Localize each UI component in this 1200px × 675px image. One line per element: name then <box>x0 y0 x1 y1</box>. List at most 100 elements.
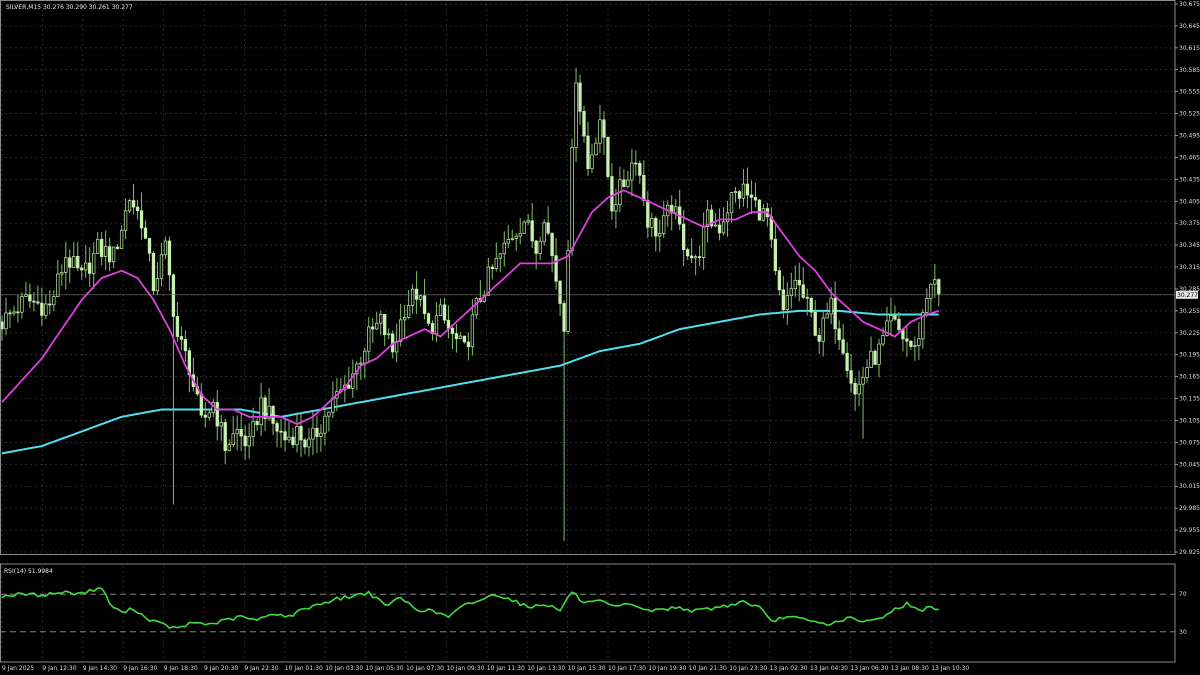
candle-body[interactable] <box>829 297 833 315</box>
candle-body[interactable] <box>295 426 299 446</box>
candle-body[interactable] <box>474 298 479 316</box>
candle-body[interactable] <box>793 279 797 289</box>
candle-body[interactable] <box>869 350 873 369</box>
candle-body[interactable] <box>550 232 554 257</box>
candle-body[interactable] <box>259 397 263 426</box>
candle-body[interactable] <box>426 313 431 324</box>
candle-body[interactable] <box>845 352 849 372</box>
candle-body[interactable] <box>147 238 152 254</box>
candle-body[interactable] <box>574 82 578 148</box>
candle-body[interactable] <box>801 284 805 298</box>
candle-body[interactable] <box>111 246 116 263</box>
candle-body[interactable] <box>490 266 494 270</box>
candle-body[interactable] <box>873 350 877 365</box>
candle-body[interactable] <box>662 215 666 234</box>
candle-body[interactable] <box>299 426 303 441</box>
candle-body[interactable] <box>933 279 937 285</box>
candle-body[interactable] <box>602 119 606 138</box>
candle-body[interactable] <box>323 415 327 434</box>
candle-body[interactable] <box>414 288 419 300</box>
candle-body[interactable] <box>163 240 168 256</box>
candle-body[interactable] <box>402 316 407 321</box>
candle-body[interactable] <box>594 142 598 156</box>
candle-body[interactable] <box>909 340 913 347</box>
candle-body[interactable] <box>207 412 211 418</box>
candle-body[interactable] <box>0 321 4 330</box>
candle-body[interactable] <box>674 206 678 214</box>
candle-body[interactable] <box>638 162 642 176</box>
candle-body[interactable] <box>689 255 694 259</box>
candle-body[interactable] <box>686 249 690 257</box>
candle-body[interactable] <box>733 191 738 193</box>
candle-body[interactable] <box>929 283 933 299</box>
candle-body[interactable] <box>307 438 311 448</box>
candle-body[interactable] <box>749 194 754 198</box>
candle-body[interactable] <box>40 302 44 316</box>
candle-body[interactable] <box>817 335 821 342</box>
candle-body[interactable] <box>514 235 518 239</box>
candle-body[interactable] <box>167 240 172 276</box>
candle-body[interactable] <box>235 429 239 435</box>
candle-body[interactable] <box>363 350 367 364</box>
candle-body[interactable] <box>239 429 243 437</box>
candle-body[interactable] <box>506 239 510 244</box>
candle-body[interactable] <box>127 200 132 212</box>
candle-body[interactable] <box>139 210 144 229</box>
candle-body[interactable] <box>275 423 279 432</box>
candle-body[interactable] <box>223 422 227 451</box>
candle-body[interactable] <box>271 405 275 424</box>
candle-body[interactable] <box>833 297 837 330</box>
candle-body[interactable] <box>586 135 590 170</box>
candle-body[interactable] <box>103 246 108 257</box>
candle-body[interactable] <box>319 432 323 437</box>
candle-body[interactable] <box>773 238 778 272</box>
candle-body[interactable] <box>797 279 801 286</box>
candle-body[interactable] <box>841 339 845 354</box>
candle-body[interactable] <box>291 436 295 446</box>
candle-body[interactable] <box>263 397 267 420</box>
candle-body[interactable] <box>861 376 865 385</box>
candle-body[interactable] <box>303 439 307 448</box>
candle-body[interactable] <box>530 220 534 242</box>
candle-body[interactable] <box>462 335 467 343</box>
candle-body[interactable] <box>20 296 24 313</box>
candle-body[interactable] <box>434 315 439 335</box>
candle-body[interactable] <box>422 295 427 315</box>
candle-body[interactable] <box>68 257 72 268</box>
candle-body[interactable] <box>327 411 331 417</box>
candle-body[interactable] <box>825 313 829 319</box>
candle-body[interactable] <box>179 336 184 340</box>
candle-body[interactable] <box>283 431 287 441</box>
candle-body[interactable] <box>80 267 84 271</box>
candle-body[interactable] <box>526 220 530 223</box>
candle-body[interactable] <box>92 252 96 274</box>
candle-body[interactable] <box>279 430 283 433</box>
candle-body[interactable] <box>36 301 40 304</box>
candle-body[interactable] <box>606 136 610 177</box>
candle-body[interactable] <box>614 204 618 212</box>
candle-body[interactable] <box>570 146 574 251</box>
candle-body[interactable] <box>729 192 734 214</box>
candle-body[interactable] <box>781 289 785 311</box>
candle-body[interactable] <box>123 210 128 231</box>
candle-body[interactable] <box>582 110 586 137</box>
candle-body[interactable] <box>697 256 702 259</box>
candle-body[interactable] <box>721 221 726 234</box>
candle-body[interactable] <box>203 414 207 418</box>
candle-body[interactable] <box>646 200 650 228</box>
candle-body[interactable] <box>375 322 379 330</box>
candle-body[interactable] <box>881 335 885 345</box>
candle-body[interactable] <box>387 333 391 336</box>
candle-body[interactable] <box>119 229 124 249</box>
candle-body[interactable] <box>741 183 746 199</box>
candle-body[interactable] <box>107 246 112 263</box>
candle-body[interactable] <box>219 422 223 427</box>
candle-body[interactable] <box>446 319 451 329</box>
candle-body[interactable] <box>227 444 231 451</box>
candle-body[interactable] <box>701 226 706 258</box>
candle-body[interactable] <box>622 179 626 187</box>
candle-body[interactable] <box>8 312 12 315</box>
candle-body[interactable] <box>590 154 594 170</box>
candle-body[interactable] <box>757 199 762 221</box>
candle-body[interactable] <box>558 280 562 304</box>
